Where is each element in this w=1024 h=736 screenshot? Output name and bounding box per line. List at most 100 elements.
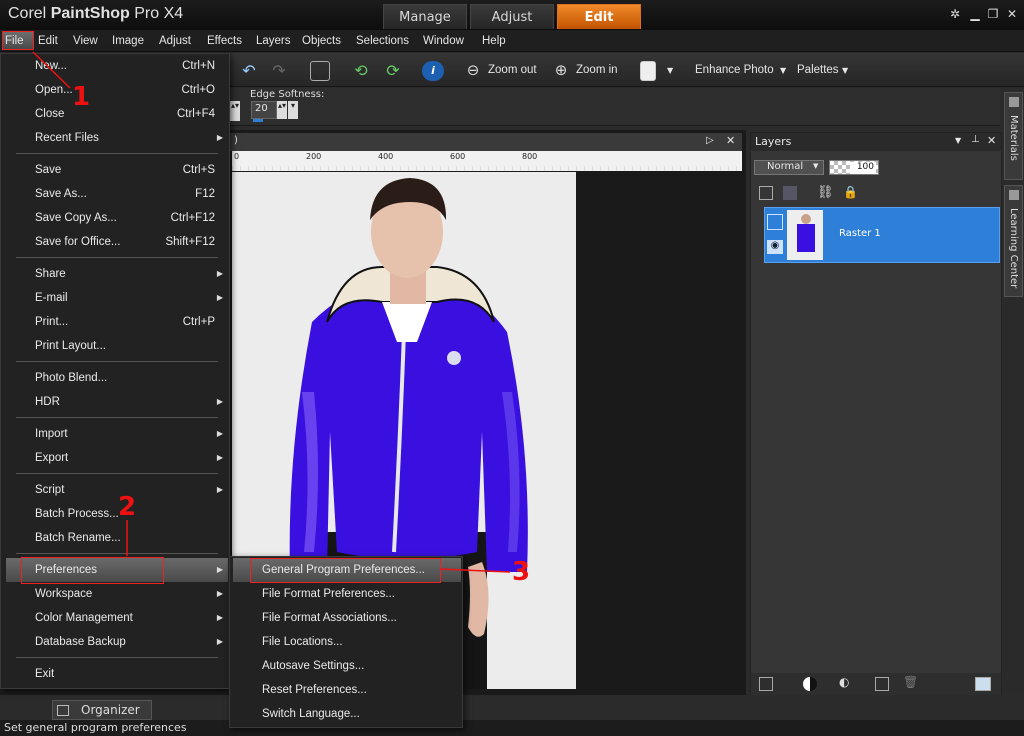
menu-item-general-program-preferences[interactable]: General Program Preferences... (262, 558, 462, 582)
layer-name[interactable]: Raster 1 (839, 228, 881, 239)
opacity-value[interactable]: 100 (850, 162, 876, 174)
menu-item-export[interactable]: Export ▶ (35, 446, 225, 470)
edge-softness-slider[interactable] (253, 119, 263, 122)
mask-layer-icon[interactable]: ◐ (839, 675, 849, 689)
menu-item-close[interactable]: Close Ctrl+F4 (35, 102, 225, 126)
restore-icon[interactable]: ❐ (984, 6, 1002, 22)
menu-item-email[interactable]: E-mail ▶ (35, 286, 225, 310)
zoom-in-icon[interactable]: ⊕ (550, 61, 572, 81)
menu-help[interactable]: Help (482, 33, 506, 50)
menu-item-share[interactable]: Share ▶ (35, 262, 225, 286)
menu-edit[interactable]: Edit (38, 33, 58, 50)
info-icon[interactable]: i (422, 61, 444, 81)
spinner-icon[interactable]: ▴▾ (230, 101, 240, 121)
close-panel-icon[interactable]: ✕ (987, 134, 996, 147)
menu-item-open[interactable]: Open... Ctrl+O (35, 78, 225, 102)
close-icon[interactable]: ✕ (1003, 6, 1021, 22)
eye-icon[interactable]: ◉ (767, 240, 783, 254)
link-icon[interactable]: ⛓ (817, 185, 834, 200)
menu-item-print[interactable]: Print... Ctrl+P (35, 310, 225, 334)
menu-objects[interactable]: Objects (302, 33, 341, 50)
menu-window[interactable]: Window (423, 33, 464, 50)
mask-icon[interactable] (783, 186, 797, 200)
group-icon[interactable] (875, 677, 889, 691)
menu-item-batch-rename[interactable]: Batch Rename... (35, 526, 225, 550)
learning-center-icon (1009, 190, 1019, 200)
side-strip (1003, 92, 1024, 692)
zoom-out-button[interactable]: Zoom out (488, 64, 537, 76)
enhance-photo-button[interactable]: Enhance Photo (695, 64, 774, 76)
edge-softness-input[interactable]: 20 (251, 101, 277, 119)
close-document-icon[interactable]: ✕ (726, 134, 735, 147)
chevron-down-icon[interactable]: ▼ (667, 66, 673, 75)
menu-item-hdr[interactable]: HDR ▶ (35, 390, 225, 414)
panel-menu-icon[interactable]: ▼ (955, 136, 961, 145)
menu-adjust[interactable]: Adjust (159, 33, 191, 50)
opacity-swatch[interactable]: 100 (829, 160, 879, 175)
zoom-in-button[interactable]: Zoom in (576, 64, 618, 76)
workspace-icon[interactable]: ✲ (946, 6, 964, 22)
adjustment-layer-icon[interactable] (803, 677, 817, 691)
redo-icon[interactable]: ↷ (268, 61, 290, 81)
undo-icon[interactable]: ↶ (238, 61, 260, 81)
menu-file[interactable]: File (5, 33, 24, 50)
document-icon[interactable] (640, 61, 656, 81)
menu-view[interactable]: View (73, 33, 98, 50)
rotate-right-icon[interactable]: ⟳ (382, 61, 404, 81)
learning-center-label: Learning Center (1008, 208, 1019, 289)
learning-center-tab[interactable]: Learning Center (1004, 185, 1023, 297)
properties-icon[interactable] (975, 677, 991, 691)
menu-item-save-as[interactable]: Save As... F12 (35, 182, 225, 206)
delete-layer-icon[interactable]: 🗑 (903, 675, 918, 689)
new-layer-icon[interactable] (759, 186, 773, 200)
new-raster-icon[interactable] (759, 677, 773, 691)
palettes-button[interactable]: Palettes (797, 64, 839, 76)
menu-separator (16, 153, 218, 154)
menu-item-switch-language[interactable]: Switch Language... (262, 702, 462, 726)
menu-item-preferences[interactable]: Preferences ▶ (35, 558, 225, 582)
tab-adjust[interactable]: Adjust (470, 4, 554, 29)
pin-icon[interactable]: ⊥ (971, 134, 980, 145)
chevron-down-icon: ▼ (780, 66, 787, 75)
spinner-icon[interactable]: ▴▾ (277, 101, 287, 119)
rotate-left-icon[interactable]: ⟲ (350, 61, 372, 81)
menu-layers[interactable]: Layers (256, 33, 291, 50)
organizer-tab[interactable]: Organizer (52, 700, 152, 720)
lock-icon[interactable]: 🔒 (843, 185, 858, 199)
menu-item-recent-files[interactable]: Recent Files ▶ (35, 126, 225, 150)
menu-item-new[interactable]: New... Ctrl+N (35, 54, 225, 78)
materials-tab[interactable]: Materials (1004, 92, 1023, 180)
app-title: Corel PaintShop Pro X4 (8, 5, 184, 22)
expand-icon[interactable]: ▷ (706, 135, 714, 146)
menu-image[interactable]: Image (112, 33, 144, 50)
dropdown-icon[interactable]: ▾ (288, 101, 298, 119)
menu-item-file-format-associations[interactable]: File Format Associations... (262, 606, 462, 630)
menu-item-workspace[interactable]: Workspace ▶ (35, 582, 225, 606)
menu-item-save-copy-as[interactable]: Save Copy As... Ctrl+F12 (35, 206, 225, 230)
menu-item-file-locations[interactable]: File Locations... (262, 630, 462, 654)
menu-separator (16, 553, 218, 554)
menu-item-file-format-preferences[interactable]: File Format Preferences... (262, 582, 462, 606)
menu-item-photo-blend[interactable]: Photo Blend... (35, 366, 225, 390)
menu-item-color-management[interactable]: Color Management ▶ (35, 606, 225, 630)
menu-item-save-for-office[interactable]: Save for Office... Shift+F12 (35, 230, 225, 254)
menu-effects[interactable]: Effects (207, 33, 242, 50)
annotation-number: 3 (512, 557, 531, 587)
menu-item-reset-preferences[interactable]: Reset Preferences... (262, 678, 462, 702)
menu-item-autosave-settings[interactable]: Autosave Settings... (262, 654, 462, 678)
menu-selections[interactable]: Selections (356, 33, 409, 50)
ruler-label: 0 (234, 152, 240, 161)
tab-manage[interactable]: Manage (383, 4, 467, 29)
layer-row[interactable]: ◉ Raster 1 (764, 207, 1000, 263)
title-bar: Corel PaintShop Pro X4 Manage Adjust Edi… (0, 0, 1024, 30)
menu-item-database-backup[interactable]: Database Backup ▶ (35, 630, 225, 654)
menu-item-import[interactable]: Import ▶ (35, 422, 225, 446)
fullscreen-icon[interactable] (310, 61, 330, 81)
menu-item-print-layout[interactable]: Print Layout... (35, 334, 225, 358)
menu-separator (16, 417, 218, 418)
tab-edit[interactable]: Edit (557, 4, 641, 29)
menu-item-exit[interactable]: Exit (35, 662, 225, 686)
zoom-out-icon[interactable]: ⊖ (462, 61, 484, 81)
menu-item-save[interactable]: Save Ctrl+S (35, 158, 225, 182)
minimize-icon[interactable]: ▁ (966, 6, 984, 22)
